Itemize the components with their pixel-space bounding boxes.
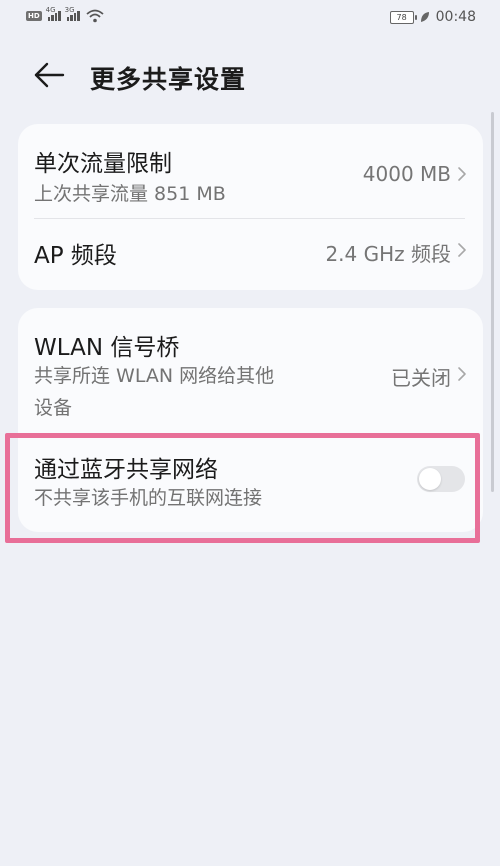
bluetooth-tethering-title: 通过蓝牙共享网络 [34, 457, 218, 483]
chevron-right-icon [458, 367, 466, 381]
hd-badge: HD [26, 11, 42, 21]
wlan-bridge-subtitle-line2: 设备 [34, 397, 73, 419]
settings-card-sharing: WLAN 信号桥 共享所连 WLAN 网络给其他 设备 已关闭 通过蓝牙共享网络… [18, 308, 483, 532]
status-right: 78 00:48 [389, 9, 476, 25]
bluetooth-tethering-row[interactable]: 通过蓝牙共享网络 不共享该手机的互联网连接 [18, 442, 483, 532]
arrow-left-icon[interactable] [32, 60, 66, 90]
page-title: 更多共享设置 [90, 65, 247, 94]
network-type-1: 4G [45, 6, 56, 14]
ap-band-row[interactable]: AP 频段 2.4 GHz 频段 [18, 219, 483, 290]
data-limit-title: 单次流量限制 [34, 151, 172, 177]
chevron-right-icon [458, 243, 466, 257]
wlan-bridge-subtitle-line1: 共享所连 WLAN 网络给其他 [34, 365, 275, 387]
network-type-2: 3G [64, 6, 75, 14]
clock: 00:48 [435, 9, 476, 25]
status-bar: HD 4G 3G 78 00:48 [0, 0, 500, 36]
data-limit-subtitle: 上次共享流量 851 MB [34, 183, 226, 205]
leaf-icon [420, 12, 429, 22]
wlan-bridge-title: WLAN 信号桥 [34, 335, 180, 361]
chevron-right-icon [458, 167, 466, 181]
settings-card-data-limit: 单次流量限制 上次共享流量 851 MB 4000 MB AP 频段 2.4 G… [18, 124, 483, 290]
wlan-bridge-row[interactable]: WLAN 信号桥 共享所连 WLAN 网络给其他 设备 已关闭 [18, 308, 483, 432]
data-limit-row[interactable]: 单次流量限制 上次共享流量 851 MB 4000 MB [18, 124, 483, 218]
wifi-icon [86, 9, 104, 23]
battery-icon: 78 [389, 10, 417, 24]
bluetooth-tethering-toggle[interactable] [417, 466, 465, 492]
scrollbar[interactable] [491, 112, 494, 492]
toggle-knob [419, 468, 441, 490]
ap-band-title: AP 频段 [34, 243, 117, 269]
data-limit-value: 4000 MB [362, 162, 451, 186]
ap-band-value: 2.4 GHz 频段 [325, 242, 451, 266]
signal-icon-2: 3G [65, 6, 80, 21]
page-header: 更多共享设置 [0, 52, 500, 98]
bluetooth-tethering-subtitle: 不共享该手机的互联网连接 [34, 487, 263, 509]
status-left: HD 4G 3G [26, 6, 104, 23]
signal-icon: 4G [46, 6, 61, 21]
wlan-bridge-value: 已关闭 [391, 366, 451, 390]
